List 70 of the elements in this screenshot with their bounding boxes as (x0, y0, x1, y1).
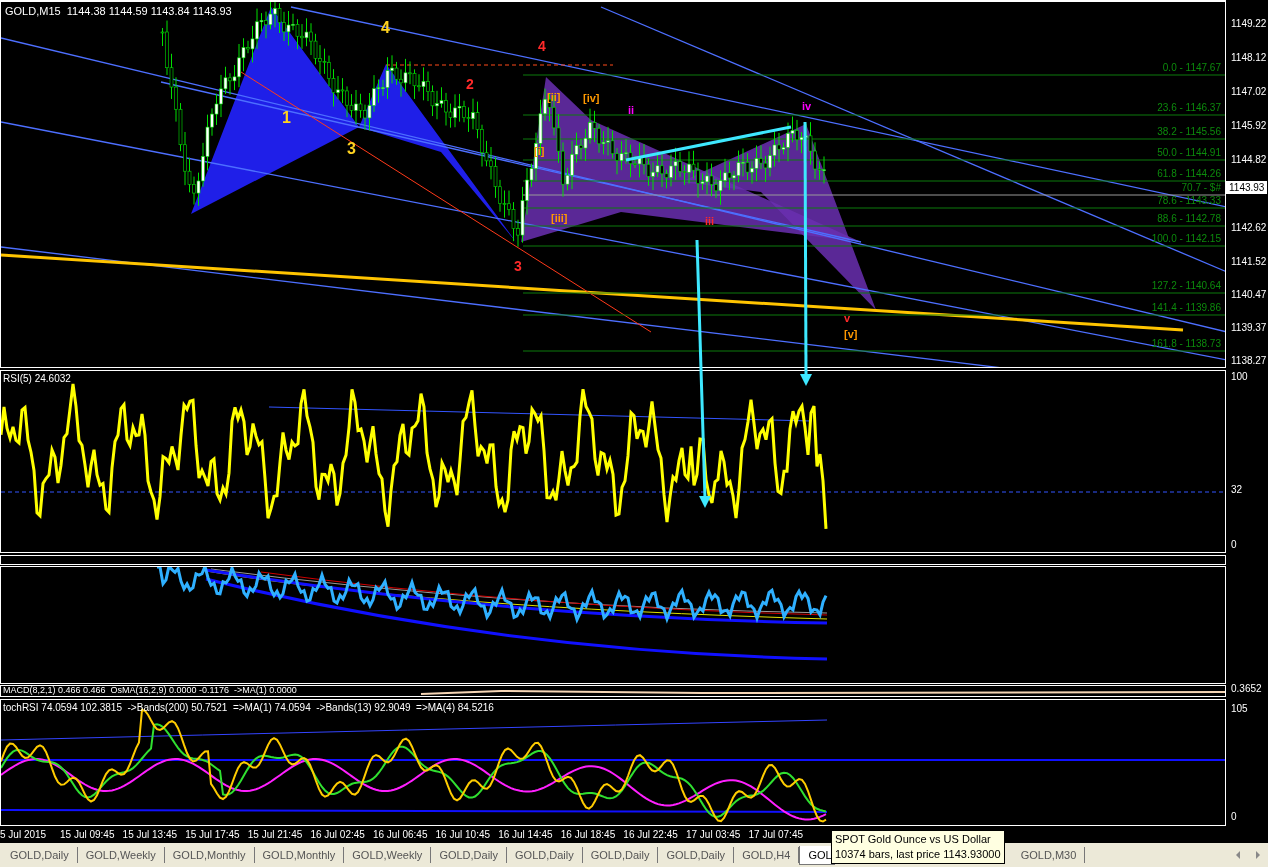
chart-tab[interactable]: GOLD,Daily (2, 847, 78, 863)
chart-tab[interactable]: GOLD,Daily (582, 847, 659, 863)
scroll-left-icon[interactable] (1234, 850, 1242, 860)
time-label: 16 Jul 02:45 (310, 829, 366, 840)
chart-tab[interactable]: GOLD,Daily (431, 847, 508, 863)
axis-label: 100 (1231, 371, 1248, 382)
price-label: 1144.82 (1231, 154, 1267, 165)
fib-level-label: 141.4 - 1139.86 (1151, 302, 1221, 313)
wave-label: 3 (347, 141, 356, 157)
fib-level-label: 61.8 - 1144.26 (1157, 168, 1221, 179)
chart-header: GOLD,M15 1144.38 1144.59 1143.84 1143.93 (5, 5, 232, 17)
wave-label: 2 (466, 77, 474, 91)
fib-level-label: 0.0 - 1147.67 (1162, 62, 1221, 73)
axis-label: 32 (1231, 484, 1243, 495)
fib-level-label: 100.0 - 1142.15 (1151, 233, 1221, 244)
indicator-label: MACD(8,2,1) 0.466 0.466 OsMA(16,2,9) 0.0000 -0.1176 ->MA(1) 0.0000 (3, 686, 297, 695)
price-label: 1145.92 (1231, 120, 1267, 131)
chart-tab[interactable]: GOLD,Daily (507, 847, 583, 863)
fib-level-label: 88.6 - 1142.78 (1157, 213, 1221, 224)
time-label: 15 Jul 13:45 (122, 829, 179, 840)
chart-tab[interactable]: GOLD,Daily (658, 847, 735, 863)
axis-label: 0 (1231, 539, 1237, 550)
chart-tab[interactable]: GOLD,M30 (1012, 847, 1086, 863)
chart-tab[interactable]: GOLD,Weekly (77, 847, 165, 863)
fib-level-label: 23.6 - 1146.37 (1157, 102, 1221, 113)
fib-level-label: 50.0 - 1144.91 (1157, 147, 1221, 158)
price-label: 1140.47 (1231, 289, 1267, 300)
fib-level-label: 70.7 - $# (1181, 182, 1221, 193)
time-label: 15 Jul 09:45 (60, 829, 116, 840)
indicator-label: RSI(5) 24.6032 (3, 373, 71, 384)
price-label: 1141.52 (1231, 256, 1267, 267)
wave-label: [iv] (583, 93, 600, 104)
fib-level-label: 38.2 - 1145.56 (1157, 126, 1221, 137)
price-label: 1139.37 (1231, 322, 1267, 333)
time-label: 16 Jul 18:45 (560, 829, 617, 840)
price-label: 1142.62 (1231, 222, 1267, 233)
axis-label: 0.3652 (1231, 683, 1262, 694)
wave-label: [iii] (551, 213, 568, 224)
wave-label: 1 (282, 110, 291, 126)
time-label: 16 Jul 22:45 (623, 829, 679, 840)
time-label: 15 Jul 17:45 (185, 829, 241, 840)
price-label: 1147.02 (1231, 86, 1267, 97)
time-label: 5 Jul 2015 (0, 829, 48, 840)
price-label: 1148.12 (1231, 52, 1267, 63)
wave-label: v (844, 313, 851, 324)
wave-label: 3 (514, 259, 522, 273)
wave-label: [v] (844, 329, 858, 340)
scroll-right-icon[interactable] (1254, 850, 1262, 860)
wave-label: ii (628, 105, 635, 116)
fib-level-label: 161.8 - 1138.73 (1151, 338, 1221, 349)
axis-label: 0 (1231, 811, 1237, 822)
time-label: 17 Jul 07:45 (748, 829, 805, 840)
tooltip-text: 10374 bars, last price 1143.93000 (835, 847, 1001, 862)
time-label: 16 Jul 06:45 (372, 829, 429, 840)
wave-label: 4 (538, 39, 546, 53)
wave-label: iv (802, 101, 812, 112)
price-label: 1149.22 (1231, 18, 1267, 29)
axis-label: 105 (1231, 703, 1248, 714)
time-label: 16 Jul 10:45 (435, 829, 492, 840)
chart-tab[interactable]: GOLD,Monthly (164, 847, 255, 863)
indicator-label: tochRSI 74.0594 102.3815 ->Bands(200) 50.7521 =>MA(1) 74.0594 ->Bands(13) 92.9049 =>MA(4) 84.5216 (3, 702, 494, 713)
chart-tab[interactable]: GOLD,Monthly (254, 847, 345, 863)
chart-tab[interactable]: GOLD,Weekly (344, 847, 432, 863)
tooltip-text: SPOT Gold Ounce vs US Dollar (835, 832, 992, 847)
time-label: 15 Jul 21:45 (247, 829, 304, 840)
price-label: 1138.27 (1231, 355, 1267, 366)
current-price-label: 1143.93 (1226, 181, 1268, 194)
time-label: 16 Jul 14:45 (498, 829, 554, 840)
fib-level-label: 127.2 - 1140.64 (1151, 280, 1221, 291)
time-label: 17 Jul 03:45 (685, 829, 742, 840)
